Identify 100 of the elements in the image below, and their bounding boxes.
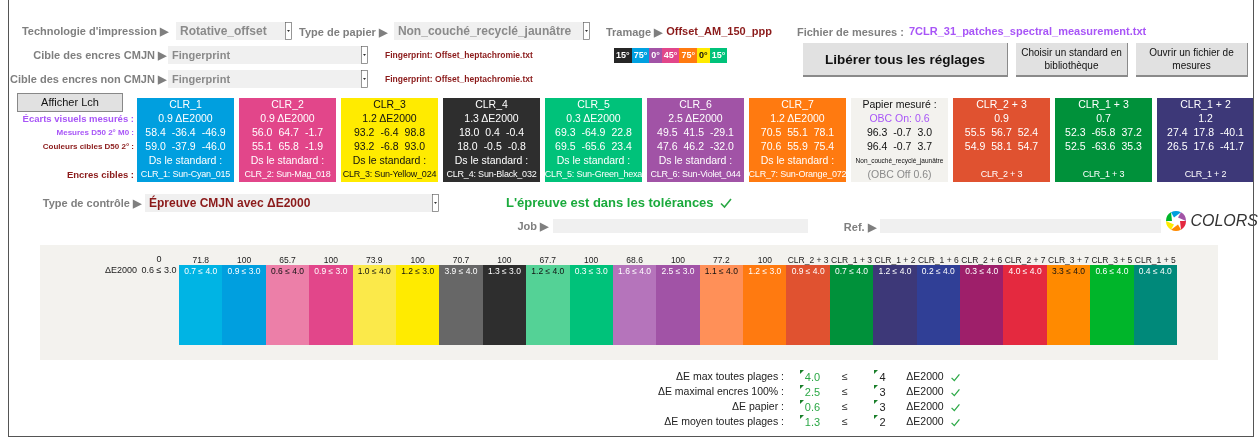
comparison-sign: ≤ bbox=[841, 385, 849, 399]
lab-value: -37.9 bbox=[171, 139, 196, 155]
summary-limit: 3 bbox=[879, 384, 886, 400]
screening-value: Offset_AM_150_ppp bbox=[666, 23, 772, 39]
delta-e-tolerance: 1.2 ≤ 3.0 bbox=[401, 265, 435, 277]
card-title: CLR_2 + 3 bbox=[975, 98, 1028, 112]
field-label: Job ▶ bbox=[517, 218, 549, 234]
action-button[interactable]: Ouvrir un fichier de mesures bbox=[1136, 43, 1248, 77]
delta-e-tolerance: 0.9 ≤ 3.0 bbox=[314, 265, 348, 277]
delta-e-tolerance: 0.9 ≤ 4.0 bbox=[791, 265, 825, 277]
summary-unit: ΔE2000 bbox=[905, 400, 945, 414]
target-file-name: Fingerprint: Offset_heptachromie.txt bbox=[385, 72, 533, 86]
dropdown[interactable]: Épreuve CMJN avec ΔE2000 bbox=[145, 194, 439, 212]
card-title: CLR_1 + 3 bbox=[1077, 98, 1130, 112]
lab-value: -46.0 bbox=[201, 139, 226, 155]
release-settings-button[interactable]: Libérer tous les réglages bbox=[803, 43, 1008, 77]
show-lch-button[interactable]: Afficher Lch bbox=[17, 93, 123, 112]
lab-value: 55.1 bbox=[252, 139, 273, 155]
row-label: Mesures D50 2° M0 : bbox=[56, 127, 134, 139]
delta-e-tolerance: 0.3 ≤ 4.0 bbox=[965, 265, 999, 277]
coverage-label: 100 bbox=[236, 255, 253, 265]
comment-marker-icon bbox=[799, 385, 804, 389]
lab-value: -0.4 bbox=[505, 125, 525, 141]
field-label: Type de papier ▶ bbox=[299, 26, 387, 38]
coverage-label: 65.7 bbox=[278, 255, 297, 265]
lab-value: 58.4 bbox=[145, 125, 166, 141]
coverage-label: 70.7 bbox=[451, 255, 471, 265]
lab-value: -40.1 bbox=[1219, 125, 1244, 141]
comment-marker-icon bbox=[799, 370, 804, 374]
screen-angle-chip: 75° bbox=[679, 48, 698, 63]
summary-limit: 4 bbox=[879, 369, 886, 385]
action-button[interactable]: Choisir un standard en bibliothèque bbox=[1016, 43, 1128, 77]
summary-limit: 2 bbox=[879, 414, 886, 430]
lab-value: 18.0 bbox=[458, 125, 480, 141]
comparison-sign: ≤ bbox=[841, 370, 849, 384]
delta-e-value: 0.3 ΔE2000 bbox=[565, 112, 622, 126]
lab-value: -0.8 bbox=[507, 139, 526, 155]
ink-name: CLR_3: Sun-Yellow_024 bbox=[341, 168, 438, 182]
delta-e-tolerance: 1.3 ≤ 3.0 bbox=[487, 265, 521, 277]
ink-name: CLR_7: Sun-Orange_072 bbox=[749, 168, 846, 182]
field-label: Ref. ▶ bbox=[843, 221, 876, 233]
delta-e-tolerance: 2.5 ≤ 3.0 bbox=[661, 265, 695, 277]
row-label: Couleurs cibles D50 2° : bbox=[42, 141, 134, 153]
screen-angle-chip: 15° bbox=[614, 48, 632, 63]
lab-value: 65.8 bbox=[278, 139, 299, 155]
lab-value: -6.8 bbox=[380, 139, 399, 155]
coverage-label: 100 bbox=[756, 255, 773, 265]
delta-e-tolerance: 1.0 ≤ 4.0 bbox=[357, 265, 391, 277]
delta-e-value: 1.2 bbox=[1197, 112, 1214, 126]
tolerance-message: L'épreuve est dans les tolérances bbox=[506, 194, 714, 213]
lab-value: -41.7 bbox=[1219, 139, 1244, 155]
lab-value: 70.5 bbox=[760, 125, 782, 141]
summary-label: ΔE max toutes plages : bbox=[675, 370, 785, 384]
lab-value: 0.4 bbox=[485, 125, 500, 141]
comparison-sign: ≤ bbox=[841, 400, 849, 414]
delta-e-tolerance: 1.1 ≤ 4.0 bbox=[704, 265, 738, 277]
standard-label: Ds le standard : bbox=[351, 154, 428, 168]
lab-value: -65.8 bbox=[1091, 125, 1116, 141]
coverage-label: CLR_1 + 6 bbox=[916, 255, 960, 265]
lab-value: -36.4 bbox=[171, 125, 196, 141]
ink-name: CLR_2 + 3 bbox=[979, 168, 1024, 182]
lab-value: -32.0 bbox=[709, 139, 734, 155]
delta-e-label: ΔE2000 bbox=[104, 265, 137, 277]
lab-value: 18.0 bbox=[457, 139, 478, 155]
card-title: CLR_1 + 2 bbox=[1179, 98, 1232, 112]
lab-value: 69.3 bbox=[555, 125, 576, 141]
lab-value: -0.7 bbox=[893, 139, 912, 155]
delta-e-tolerance: 0.6 ≤ 4.0 bbox=[270, 265, 304, 277]
delta-e-tolerance: 0.7 ≤ 4.0 bbox=[835, 265, 869, 277]
delta-e-value: 1.2 ΔE2000 bbox=[769, 112, 826, 126]
lab-value: -1.9 bbox=[304, 139, 323, 155]
coverage-label: 67.7 bbox=[538, 255, 558, 265]
lab-value: 3.7 bbox=[917, 139, 933, 155]
summary-value: 2.5 bbox=[804, 384, 821, 400]
lab-value: 55.1 bbox=[787, 125, 808, 141]
delta-e-value: 2.5 ΔE2000 bbox=[667, 112, 724, 126]
delta-e-tolerance: 0.6 ≤ 3.0 bbox=[141, 265, 177, 277]
lab-value: 56.7 bbox=[991, 125, 1012, 141]
lab-value: 56.0 bbox=[252, 125, 273, 141]
ink-name: CLR_1 + 3 bbox=[1081, 168, 1126, 182]
lab-value: 22.8 bbox=[611, 125, 632, 141]
target-file-name: Fingerprint: Offset_heptachromie.txt bbox=[385, 48, 533, 62]
delta-e-value: 1.2 ΔE2000 bbox=[361, 112, 418, 126]
aperture-logo-icon bbox=[1165, 210, 1188, 232]
card-title: CLR_1 bbox=[168, 98, 203, 112]
delta-e-tolerance: 4.0 ≤ 4.0 bbox=[1008, 265, 1042, 277]
lab-value: 46.2 bbox=[683, 139, 704, 155]
lab-value: 52.4 bbox=[1017, 125, 1039, 141]
summary-value: 1.3 bbox=[804, 414, 821, 430]
delta-e-tolerance: 1.2 ≤ 3.0 bbox=[748, 265, 782, 277]
coverage-label: CLR_1 + 2 bbox=[873, 255, 917, 265]
field-label: Tramage ▶ bbox=[605, 26, 663, 38]
standard-label: Ds le standard : bbox=[147, 154, 224, 168]
lab-value: 93.2 bbox=[354, 125, 375, 141]
delta-e-tolerance: 0.4 ≤ 4.0 bbox=[1138, 265, 1172, 277]
coverage-label: CLR_2 + 7 bbox=[1003, 255, 1047, 265]
delta-e-value: 1.3 ΔE2000 bbox=[463, 112, 520, 126]
summary-value: 4.0 bbox=[804, 369, 821, 385]
coverage-label: CLR_3 + 7 bbox=[1047, 255, 1090, 265]
field-label: Type de contrôle ▶ bbox=[41, 195, 141, 211]
